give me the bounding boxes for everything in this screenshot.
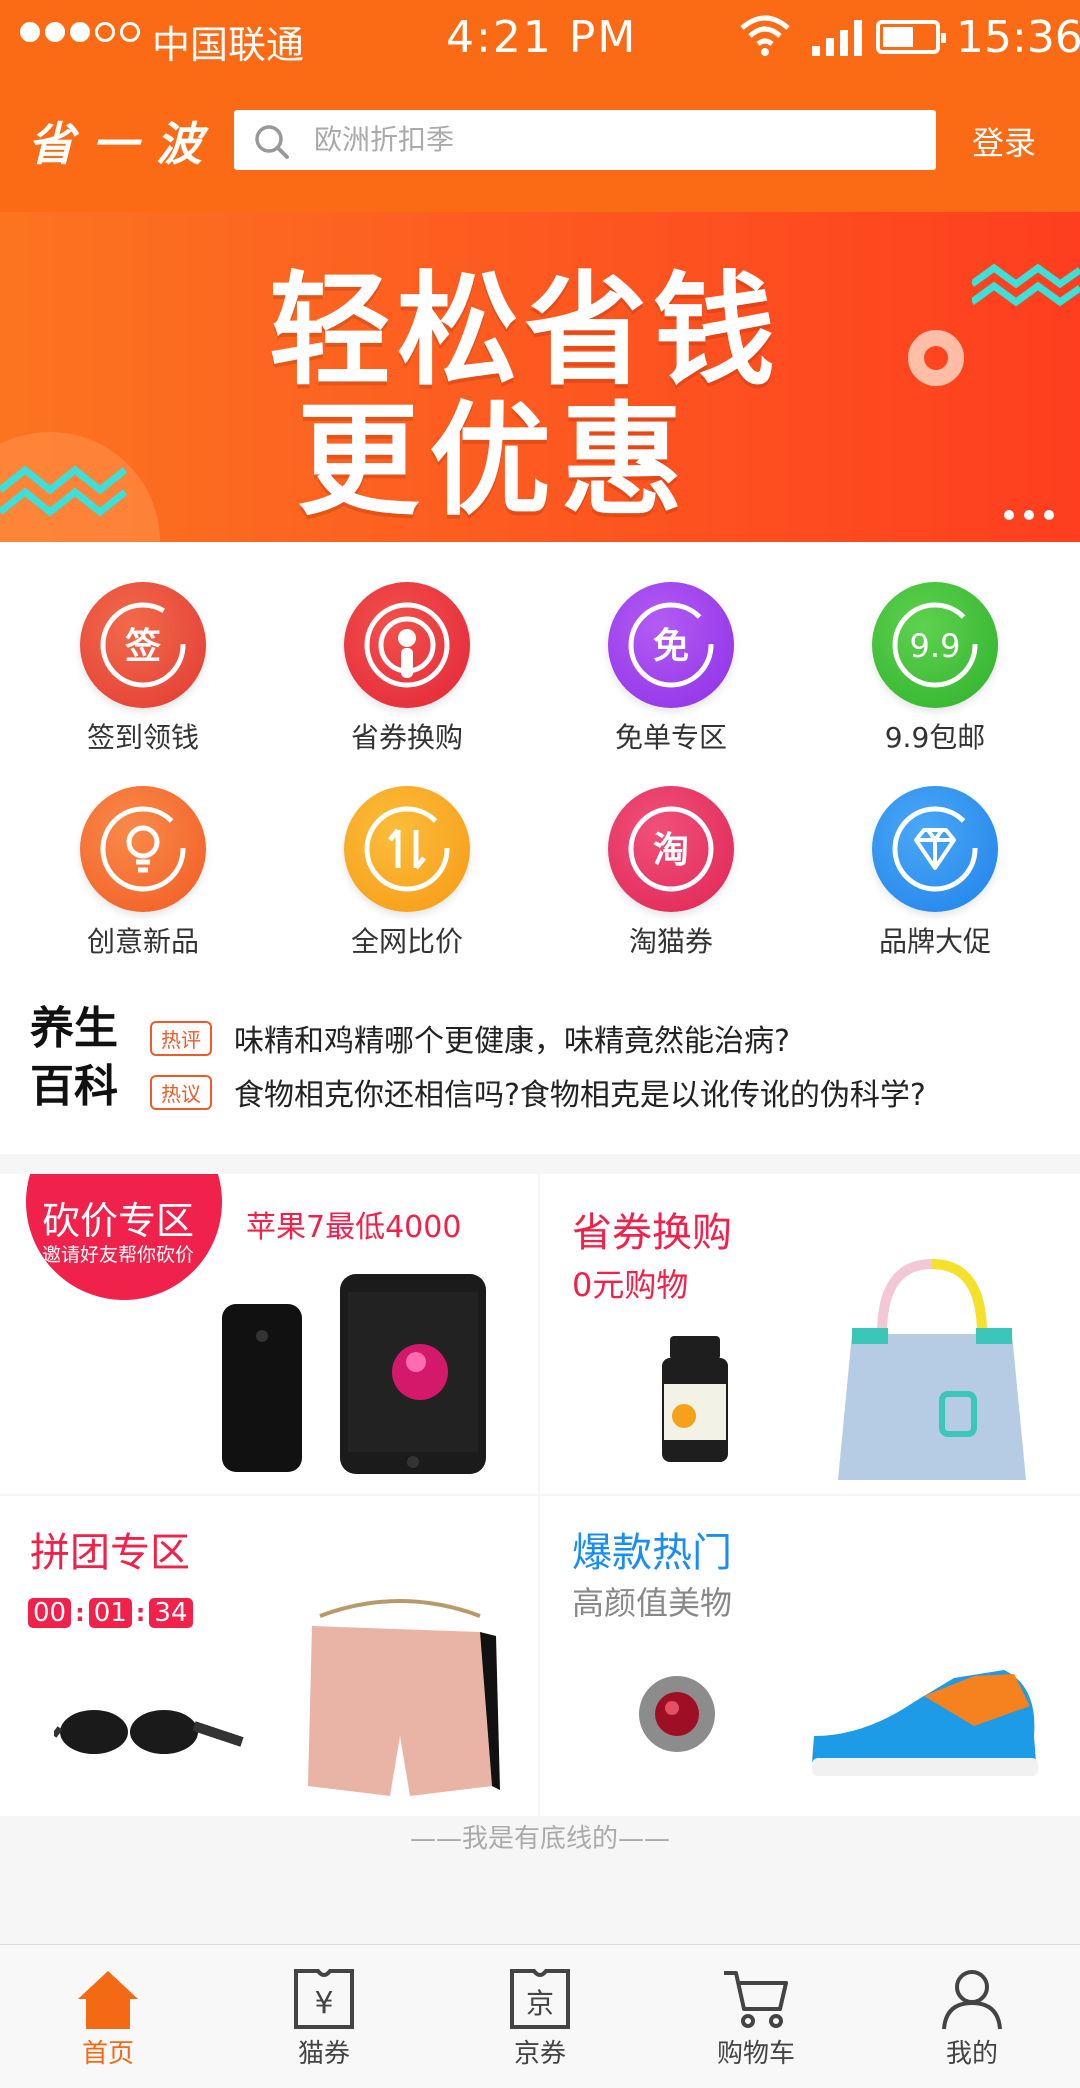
tab-profile[interactable]: 我的	[864, 1945, 1080, 2088]
promo-group-buy[interactable]: 拼团专区 00: 01: 34	[0, 1496, 538, 1816]
bottom-tab-bar: 首页 ¥ 猫券 京 京券 购物车 我的	[0, 1944, 1080, 2088]
svg-text:淘: 淘	[653, 830, 689, 871]
grid-item-label: 品牌大促	[878, 925, 991, 958]
svg-text:¥: ¥	[314, 1986, 333, 2021]
search-input[interactable]	[314, 110, 914, 170]
grid-item-tao-coupon[interactable]: 淘 淘猫券	[536, 746, 806, 958]
signal-dots-icon	[20, 22, 140, 42]
diamond-icon	[872, 786, 998, 912]
promo-exchange[interactable]: 省券换购 0元购物	[540, 1174, 1080, 1494]
tab-label: 京券	[513, 2039, 566, 2069]
grid-item-new-ideas[interactable]: 创意新品	[8, 746, 278, 958]
grid-item-price-compare[interactable]: 全网比价	[272, 746, 542, 958]
grid-item-label: 创意新品	[86, 925, 199, 958]
status-bar: 中国联通 4:21 PM 15:36	[0, 0, 1080, 76]
coupon-yuan-icon: ¥	[294, 1969, 354, 2029]
tab-label: 我的	[945, 2039, 998, 2069]
grid-item-brand-sale[interactable]: 品牌大促	[800, 746, 1070, 958]
hot-title: 爆款热门	[572, 1530, 732, 1576]
category-grid: 签 签到领钱 省券换购 免 免单专区 9.9 9.9包邮 创意新品 全网比价 淘…	[0, 542, 1080, 978]
nine-nine-icon: 9.9	[872, 582, 998, 708]
podcast-icon	[344, 582, 470, 708]
tab-home[interactable]: 首页	[0, 1945, 216, 2088]
grid-item-free[interactable]: 免 免单专区	[536, 542, 806, 754]
banner-subheadline: 更优惠	[297, 390, 693, 532]
status-time: 4:21 PM	[446, 12, 638, 63]
app-logo: 省一波	[28, 117, 220, 171]
health-news: 养生 百科 热评 味精和鸡精哪个更健康，味精竟然能治病? 热议 食物相克你还相信…	[0, 978, 1080, 1154]
news-tag: 热评	[150, 1020, 212, 1056]
grid-item-label: 全网比价	[350, 925, 463, 958]
hot-subtitle: 高颜值美物	[572, 1584, 733, 1622]
tab-label: 猫券	[297, 2039, 350, 2069]
tab-label: 购物车	[716, 2039, 795, 2069]
cell-signal-icon	[812, 18, 862, 56]
status-clock: 15:36	[956, 12, 1080, 63]
grid-item-nine-nine[interactable]: 9.9 9.9包邮	[800, 542, 1070, 754]
svg-text:京: 京	[526, 1987, 554, 2020]
end-of-list-text: ——我是有底线的——	[409, 1824, 670, 1854]
tao-icon: 淘	[608, 786, 734, 912]
login-button[interactable]: 登录	[972, 118, 1036, 164]
handbag-image	[838, 1258, 1026, 1480]
exchange-subtitle: 0元购物	[572, 1266, 689, 1304]
search-icon	[255, 125, 289, 159]
tab-label: 首页	[81, 2039, 134, 2069]
tab-cart[interactable]: 购物车	[648, 1945, 864, 2088]
news-item[interactable]: 热议 食物相克你还相信吗?食物相克是以讹传讹的伪科学?	[150, 1070, 926, 1114]
free-icon: 免	[608, 582, 734, 708]
sneaker-image	[812, 1670, 1038, 1776]
promo-banner[interactable]: 轻松省钱 更优惠	[0, 212, 1080, 542]
top-bar: 中国联通 4:21 PM 15:36 省一波 登录	[0, 0, 1080, 212]
news-tag: 热议	[150, 1074, 212, 1110]
search-bar[interactable]	[234, 110, 936, 170]
grid-item-exchange[interactable]: 省券换购	[272, 542, 542, 754]
countdown-hours: 00	[28, 1598, 72, 1628]
carrier-name: 中国联通	[152, 23, 305, 67]
iphone-image	[222, 1274, 486, 1474]
battery-icon	[876, 20, 946, 54]
news-title-line1: 养生	[30, 1003, 118, 1054]
svg-text:9.9: 9.9	[910, 627, 961, 665]
banner-pager-dots[interactable]	[1004, 510, 1054, 520]
user-icon	[942, 1970, 1002, 2030]
bargain-badge-title: 砍价专区	[42, 1199, 195, 1243]
group-countdown: 00: 01: 34	[28, 1598, 193, 1628]
bargain-badge: 砍价专区 邀请好友帮你砍价	[26, 1174, 222, 1300]
svg-text:免: 免	[653, 626, 689, 667]
news-text: 食物相克你还相信吗?食物相克是以讹传讹的伪科学?	[234, 1078, 926, 1113]
wifi-icon	[740, 15, 790, 56]
sunglasses-image	[54, 1710, 244, 1754]
cart-icon	[724, 1971, 788, 2028]
countdown-seconds: 34	[149, 1598, 193, 1628]
coupon-jing-icon: 京	[510, 1969, 570, 2029]
tab-cat-coupon[interactable]: ¥ 猫券	[216, 1945, 432, 2088]
bulb-icon	[80, 786, 206, 912]
tab-jing-coupon[interactable]: 京 京券	[432, 1945, 648, 2088]
svg-text:签: 签	[125, 626, 161, 667]
home-icon	[78, 1971, 138, 2029]
ring-image	[639, 1676, 715, 1752]
news-text: 味精和鸡精哪个更健康，味精竟然能治病?	[234, 1024, 790, 1059]
exchange-title: 省券换购	[572, 1210, 732, 1256]
app-root: 中国联通 4:21 PM 15:36 省一波 登录 轻松省钱 更优惠 签 签到领…	[0, 0, 1080, 2088]
promo-bargain[interactable]: 砍价专区 邀请好友帮你砍价 苹果7最低4000	[0, 1174, 538, 1494]
promo-hot-items[interactable]: 爆款热门 高颜值美物	[540, 1496, 1080, 1816]
bargain-subtitle: 苹果7最低4000	[246, 1210, 462, 1245]
underwear-image	[308, 1599, 500, 1796]
sign-icon: 签	[80, 582, 206, 708]
grid-item-sign-in[interactable]: 签 签到领钱	[8, 542, 278, 754]
bargain-badge-subtitle: 邀请好友帮你砍价	[42, 1244, 195, 1266]
news-item[interactable]: 热评 味精和鸡精哪个更健康，味精竟然能治病?	[150, 1016, 790, 1060]
group-title: 拼团专区	[30, 1530, 190, 1576]
countdown-minutes: 01	[88, 1598, 132, 1628]
news-title-line2: 百科	[30, 1061, 118, 1112]
grid-item-label: 淘猫券	[628, 925, 713, 958]
news-section-title: 养生 百科	[30, 1000, 118, 1116]
supplement-bottle-image	[662, 1336, 728, 1462]
compare-icon	[344, 786, 470, 912]
